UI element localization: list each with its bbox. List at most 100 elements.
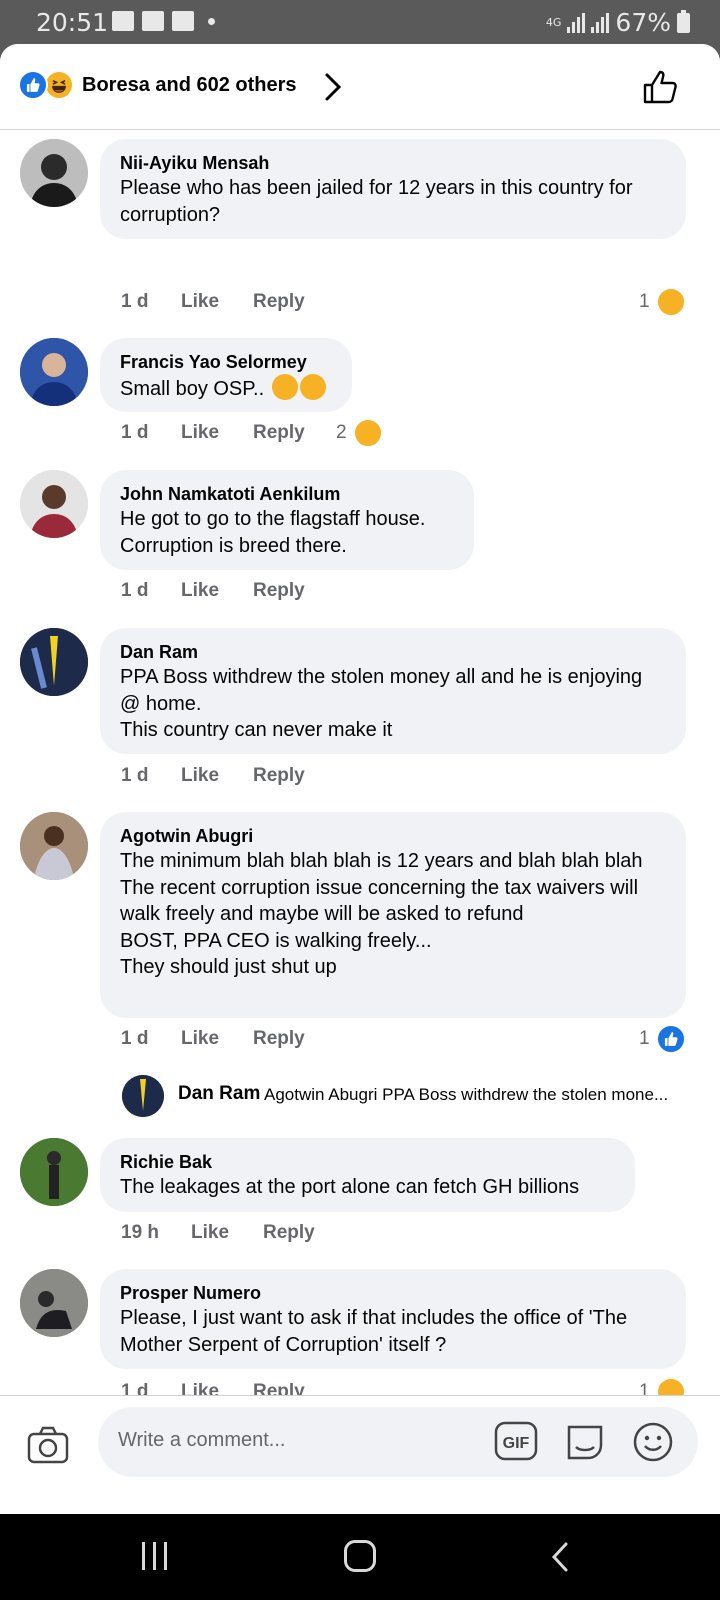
battery-icon: [677, 9, 690, 33]
reaction-count: 1: [639, 1028, 650, 1049]
gif-label: GIF: [503, 1435, 530, 1452]
reactions-header: Boresa and 602 others: [0, 44, 720, 130]
comment-composer: Write a comment... GIF: [0, 1395, 720, 1514]
comment-time: 19 h: [121, 1222, 160, 1243]
comment-author[interactable]: Dan Ram: [120, 640, 666, 664]
signal-icon-2: [591, 12, 610, 33]
comment-time: 1 d: [121, 1028, 149, 1049]
reply-button[interactable]: Reply: [253, 765, 305, 787]
reactions-title[interactable]: Boresa and 602 others: [82, 74, 297, 97]
reply-text: Agotwin Abugri PPA Boss withdrew the sto…: [264, 1085, 669, 1104]
avatar[interactable]: [20, 470, 88, 538]
avatar[interactable]: [122, 1075, 164, 1117]
status-bar: 20:51 4G 67%: [0, 0, 720, 44]
like-button[interactable]: Like: [191, 1222, 263, 1244]
signal-icon: [567, 12, 586, 33]
haha-reaction-icon: [352, 418, 383, 448]
comment-input[interactable]: Write a comment... GIF: [98, 1407, 698, 1477]
comment-author[interactable]: Richie Bak: [120, 1150, 615, 1174]
comment-text: Please who has been jailed for 12 years …: [120, 177, 633, 226]
comment-author[interactable]: Francis Yao Selormey: [120, 350, 332, 374]
comment-bubble[interactable]: John Namkatoti Aenkilum He got to go to …: [100, 470, 474, 570]
comment-time: 1 d: [121, 765, 149, 786]
reactions-summary[interactable]: [18, 70, 78, 100]
status-right: 4G 67%: [546, 8, 690, 37]
comment-actions: 1 d Like Reply: [121, 580, 305, 602]
comment-author[interactable]: Prosper Numero: [120, 1281, 666, 1305]
network-label: 4G: [545, 16, 562, 29]
comment-author[interactable]: John Namkatoti Aenkilum: [120, 482, 454, 506]
chevron-right-icon[interactable]: [318, 70, 348, 104]
laughing-emoji-icon: [271, 374, 298, 400]
comment-time: 1 d: [121, 422, 149, 443]
avatar[interactable]: [20, 338, 88, 406]
reply-button[interactable]: Reply: [253, 291, 305, 313]
comment-actions: 1 d Like Reply: [121, 422, 305, 444]
comment-author[interactable]: Nii-Ayiku Mensah: [120, 151, 666, 175]
comments-sheet: Boresa and 602 others Nii-Ayiku Mensah P…: [0, 44, 720, 1514]
comment-actions: 1 d Like Reply: [121, 1028, 305, 1050]
comment-time: 1 d: [121, 291, 149, 312]
home-icon[interactable]: [344, 1540, 376, 1572]
comment-author[interactable]: Agotwin Abugri: [120, 824, 666, 848]
recent-apps-icon[interactable]: [142, 1542, 172, 1570]
like-button[interactable]: Like: [181, 765, 253, 787]
reply-button[interactable]: Reply: [253, 1028, 305, 1050]
gallery-icon: [112, 11, 134, 31]
comment-input-placeholder: Write a comment...: [118, 1429, 286, 1451]
comment-text: Small boy OSP..: [120, 378, 265, 400]
more-notifications-icon: [208, 17, 215, 25]
reply-button[interactable]: Reply: [253, 422, 305, 444]
comment-text: He got to go to the flagstaff house. Cor…: [120, 508, 426, 557]
comment-bubble[interactable]: Agotwin Abugri The minimum blah blah bla…: [100, 812, 686, 1018]
system-nav-bar: [0, 1514, 720, 1600]
like-button[interactable]: Like: [181, 291, 253, 313]
reply-preview[interactable]: Dan Ram Agotwin Abugri PPA Boss withdrew…: [122, 1075, 702, 1117]
comment-text: The minimum blah blah blah is 12 years a…: [120, 850, 643, 978]
back-icon[interactable]: [548, 1540, 572, 1574]
comment-text: Please, I just want to ask if that inclu…: [120, 1307, 628, 1356]
haha-reaction-icon: [44, 70, 74, 100]
avatar[interactable]: [20, 1269, 88, 1337]
haha-reaction-icon: [655, 287, 686, 317]
like-button[interactable]: Like: [181, 580, 253, 602]
battery-percent: 67%: [615, 8, 671, 37]
comments-list[interactable]: Nii-Ayiku Mensah Please who has been jai…: [0, 131, 720, 1468]
comment-time: 1 d: [121, 580, 149, 601]
reply-author[interactable]: Dan Ram: [178, 1083, 260, 1105]
comment-text: The leakages at the port alone can fetch…: [120, 1176, 580, 1198]
reply-button[interactable]: Reply: [263, 1222, 315, 1244]
comment-reactions[interactable]: 2: [336, 418, 383, 448]
avatar[interactable]: [20, 812, 88, 880]
camera-icon[interactable]: [26, 1425, 70, 1465]
comment-reactions[interactable]: 1: [639, 287, 686, 317]
news-icon: [172, 11, 194, 31]
like-button[interactable]: Like: [181, 1028, 253, 1050]
comment-reactions[interactable]: 1: [639, 1024, 686, 1054]
emoji-icon[interactable]: [632, 1421, 674, 1463]
laughing-emoji-icon: [299, 374, 326, 400]
reaction-count: 2: [336, 422, 347, 443]
facebook-icon: [142, 11, 164, 31]
sticker-icon[interactable]: [564, 1421, 606, 1463]
comment-actions: 19 h Like Reply: [121, 1222, 315, 1244]
like-outline-icon[interactable]: [642, 68, 680, 106]
gif-icon[interactable]: GIF: [494, 1421, 538, 1461]
avatar[interactable]: [20, 628, 88, 696]
comment-actions: 1 d Like Reply: [121, 291, 305, 313]
comment-bubble[interactable]: Prosper Numero Please, I just want to as…: [100, 1269, 686, 1369]
comment-bubble[interactable]: Dan Ram PPA Boss withdrew the stolen mon…: [100, 628, 686, 754]
comment-bubble[interactable]: Nii-Ayiku Mensah Please who has been jai…: [100, 139, 686, 239]
comment-actions: 1 d Like Reply: [121, 765, 305, 787]
like-reaction-icon: [655, 1024, 686, 1054]
status-time: 20:51: [36, 8, 109, 37]
notification-icons: [112, 11, 215, 31]
avatar[interactable]: [20, 1138, 88, 1206]
reply-button[interactable]: Reply: [253, 580, 305, 602]
like-reaction-icon: [18, 70, 48, 100]
comment-bubble[interactable]: Francis Yao Selormey Small boy OSP..: [100, 338, 352, 412]
like-button[interactable]: Like: [181, 422, 253, 444]
comment-bubble[interactable]: Richie Bak The leakages at the port alon…: [100, 1138, 635, 1212]
avatar[interactable]: [20, 139, 88, 207]
comment-text-line: Small boy OSP..: [120, 374, 332, 403]
